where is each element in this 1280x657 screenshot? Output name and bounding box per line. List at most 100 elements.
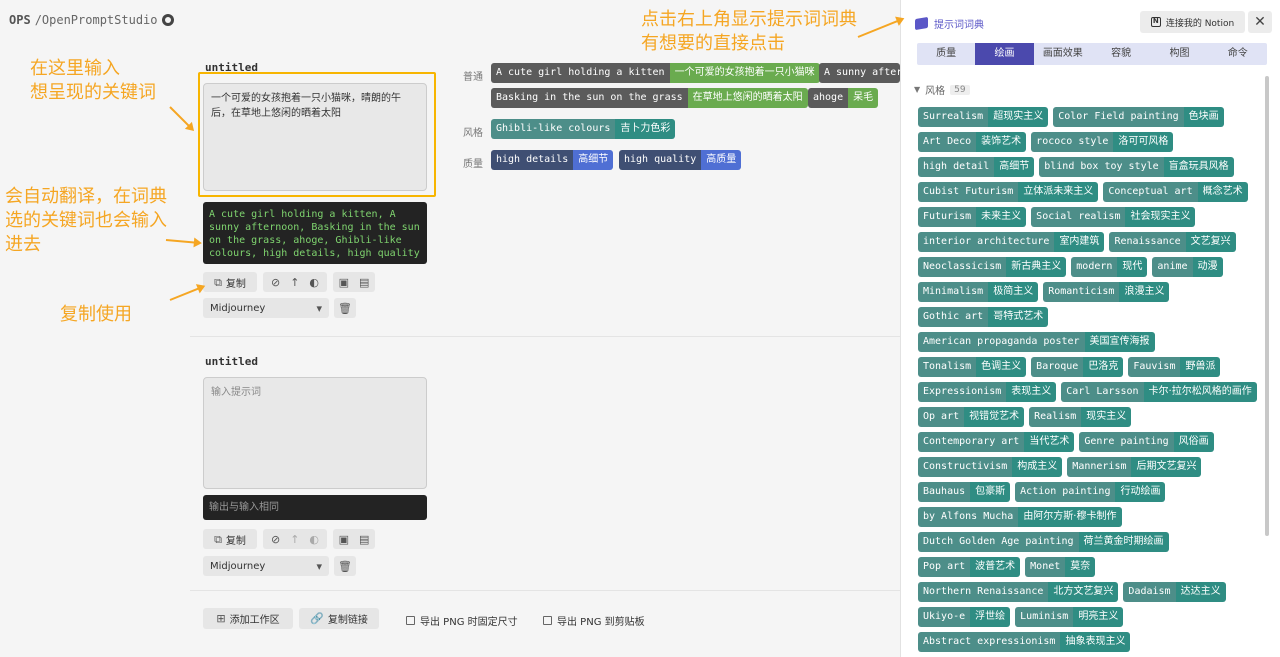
image-icon[interactable]: ▣ — [339, 277, 349, 288]
palette-icon[interactable]: ◐ — [309, 277, 319, 288]
save-icon[interactable]: ▤ — [359, 534, 369, 545]
prompt-tag[interactable]: high details 高细节 — [491, 150, 614, 170]
dictionary-tag[interactable]: Conceptual art 概念艺术 — [1103, 182, 1248, 202]
clear-icon[interactable]: ⊘ — [271, 277, 280, 288]
dictionary-tag[interactable]: high detail 高细节 — [918, 157, 1035, 177]
image-icon[interactable]: ▣ — [339, 534, 349, 545]
export-fixed-size-option[interactable]: 导出 PNG 时固定尺寸 — [406, 613, 518, 628]
dictionary-tag[interactable]: interior architecture 室内建筑 — [918, 232, 1105, 252]
section-header[interactable]: ▼ 风格 59 — [914, 82, 970, 97]
dictionary-tag[interactable]: Color Field painting 色块画 — [1053, 107, 1224, 127]
dictionary-tag[interactable]: Genre painting 风俗画 — [1079, 432, 1214, 452]
dictionary-tag[interactable]: Constructivism 构成主义 — [918, 457, 1063, 477]
dictionary-tag[interactable]: Dadaism 达达主义 — [1123, 582, 1226, 602]
tag-zh: 行动绘画 — [1115, 482, 1166, 502]
tab-1[interactable]: 绘画 — [975, 43, 1034, 65]
workspace1-copy-button[interactable]: ⧉ 复制 — [203, 272, 257, 292]
workspace1-input[interactable]: 一个可爱的女孩抱着一只小猫咪，晴朗的午后，在草地上悠闲的晒着太阳 — [203, 83, 427, 191]
copy-link-button[interactable]: 🔗 复制链接 — [299, 608, 379, 629]
dictionary-tag[interactable]: Fauvism 野兽派 — [1128, 357, 1221, 377]
tab-2[interactable]: 画面效果 — [1034, 43, 1092, 65]
workspace2-model-select[interactable]: Midjourney ▾ — [203, 556, 329, 576]
dictionary-tag[interactable]: modern 现代 — [1071, 257, 1148, 277]
dictionary-tag[interactable]: Realism 现实主义 — [1029, 407, 1132, 427]
tag-zh: 后期文艺复兴 — [1131, 457, 1202, 477]
workspace2-export: ▣ ▤ — [333, 529, 375, 549]
scrollbar[interactable] — [1265, 76, 1269, 536]
tag-en: Op art — [918, 407, 965, 427]
workspace2-delete-button[interactable]: 🗑 — [334, 556, 356, 576]
dictionary-tag[interactable]: Mannerism 后期文艺复兴 — [1067, 457, 1202, 477]
workspace1-model-select[interactable]: Midjourney ▾ — [203, 298, 329, 318]
brand[interactable]: OPS/OpenPromptStudio — [9, 13, 174, 27]
prompt-tag[interactable]: Basking in the sun on the grass 在草地上悠闲的晒着… — [491, 88, 808, 108]
dictionary-title: 提示词词典 — [915, 16, 984, 31]
dictionary-tag[interactable]: Surrealism 超现实主义 — [918, 107, 1049, 127]
dictionary-tag[interactable]: Ukiyo-e 浮世绘 — [918, 607, 1011, 627]
clear-icon[interactable]: ⊘ — [271, 534, 280, 545]
tab-4[interactable]: 构图 — [1150, 43, 1208, 65]
dictionary-tag[interactable]: blind box toy style 盲盒玩具风格 — [1039, 157, 1234, 177]
dictionary-tag[interactable]: Monet 莫奈 — [1025, 557, 1096, 577]
dictionary-tag[interactable]: Tonalism 色调主义 — [918, 357, 1027, 377]
dictionary-tag[interactable]: Expressionism 表现主义 — [918, 382, 1057, 402]
workspace2-input[interactable]: 输入提示词 — [203, 377, 427, 489]
dictionary-tag[interactable]: anime 动漫 — [1152, 257, 1223, 277]
dictionary-tag[interactable]: Northern Renaissance 北方文艺复兴 — [918, 582, 1119, 602]
dictionary-tag[interactable]: Carl Larsson 卡尔·拉尔松风格的画作 — [1061, 382, 1257, 402]
dictionary-tag[interactable]: Op art 视错觉艺术 — [918, 407, 1025, 427]
dictionary-tag[interactable]: Art Deco 装饰艺术 — [918, 132, 1027, 152]
prompt-tag[interactable]: ahoge 呆毛 — [808, 88, 879, 108]
tab-0[interactable]: 质量 — [917, 43, 975, 65]
prompt-tag[interactable]: A sunny after — [819, 63, 900, 83]
connect-notion-button[interactable]: N 连接我的 Notion — [1140, 11, 1245, 33]
dictionary-tag[interactable]: Bauhaus 包豪斯 — [918, 482, 1011, 502]
dictionary-tag[interactable]: Gothic art 哥特式艺术 — [918, 307, 1049, 327]
dictionary-tag[interactable]: Social realism 社会现实主义 — [1031, 207, 1196, 227]
annotation-input: 在这里输入 想呈现的关键词 — [30, 58, 156, 103]
arrow-up-icon[interactable]: ↑ — [290, 534, 299, 545]
dictionary-tag[interactable]: Renaissance 文艺复兴 — [1109, 232, 1236, 252]
prompt-tag[interactable]: A cute girl holding a kitten 一个可爱的女孩抱着一只小… — [491, 63, 820, 83]
dictionary-tag[interactable]: rococo style 洛可可风格 — [1031, 132, 1174, 152]
export-clipboard-option[interactable]: 导出 PNG 到剪贴板 — [543, 613, 645, 628]
tag-en: Northern Renaissance — [918, 582, 1049, 602]
dictionary-tag[interactable]: Cubist Futurism 立体派未来主义 — [918, 182, 1099, 202]
arrow-up-icon[interactable]: ↑ — [290, 277, 299, 288]
dictionary-tag[interactable]: American propaganda poster 美国宣传海报 — [918, 332, 1155, 352]
tag-en: Constructivism — [918, 457, 1013, 477]
tag-en: Ukiyo-e — [918, 607, 971, 627]
prompt-tag[interactable]: high quality 高质量 — [619, 150, 742, 170]
dictionary-tag[interactable]: Contemporary art 当代艺术 — [918, 432, 1075, 452]
dictionary-tag[interactable]: Romanticism 浪漫主义 — [1043, 282, 1170, 302]
workspace2-copy-button[interactable]: ⧉ 复制 — [203, 529, 257, 549]
dictionary-tag[interactable]: by Alfons Mucha 由阿尔方斯·穆卡制作 — [918, 507, 1122, 527]
dictionary-tag[interactable]: Luminism 明亮主义 — [1015, 607, 1124, 627]
dictionary-tag[interactable]: Abstract expressionism 抽象表现主义 — [918, 632, 1131, 652]
github-icon[interactable] — [161, 14, 174, 26]
close-icon[interactable]: ✕ — [1248, 11, 1272, 33]
checkbox[interactable] — [406, 616, 415, 625]
workspace1-output[interactable]: A cute girl holding a kitten, A sunny af… — [203, 202, 427, 264]
add-workspace-button[interactable]: ⊞ 添加工作区 — [203, 608, 293, 629]
prompt-tag[interactable]: Ghibli-like colours 吉卜力色彩 — [491, 119, 676, 139]
brand-short: OPS — [9, 13, 31, 27]
dictionary-tag[interactable]: Dutch Golden Age painting 荷兰黄金时期绘画 — [918, 532, 1169, 552]
workspace2-title[interactable]: untitled — [205, 355, 258, 368]
dictionary-tag[interactable]: Baroque 巴洛克 — [1031, 357, 1124, 377]
dictionary-tag[interactable]: Neoclassicism 新古典主义 — [918, 257, 1067, 277]
palette-icon[interactable]: ◐ — [309, 534, 319, 545]
tag-zh: 风俗画 — [1173, 432, 1214, 452]
dictionary-tag[interactable]: Minimalism 极简主义 — [918, 282, 1039, 302]
dictionary-tag[interactable]: Futurism 未来主义 — [918, 207, 1027, 227]
workspace2-output[interactable]: 输出与输入相同 — [203, 495, 427, 520]
checkbox[interactable] — [543, 616, 552, 625]
tag-zh: 表现主义 — [1006, 382, 1057, 402]
trash-icon: 🗑 — [338, 301, 352, 315]
dictionary-tag[interactable]: Pop art 波普艺术 — [918, 557, 1021, 577]
dictionary-tag[interactable]: Action painting 行动绘画 — [1015, 482, 1166, 502]
tab-5[interactable]: 命令 — [1209, 43, 1267, 65]
workspace1-delete-button[interactable]: 🗑 — [334, 298, 356, 318]
save-icon[interactable]: ▤ — [359, 277, 369, 288]
tab-3[interactable]: 容貌 — [1092, 43, 1150, 65]
